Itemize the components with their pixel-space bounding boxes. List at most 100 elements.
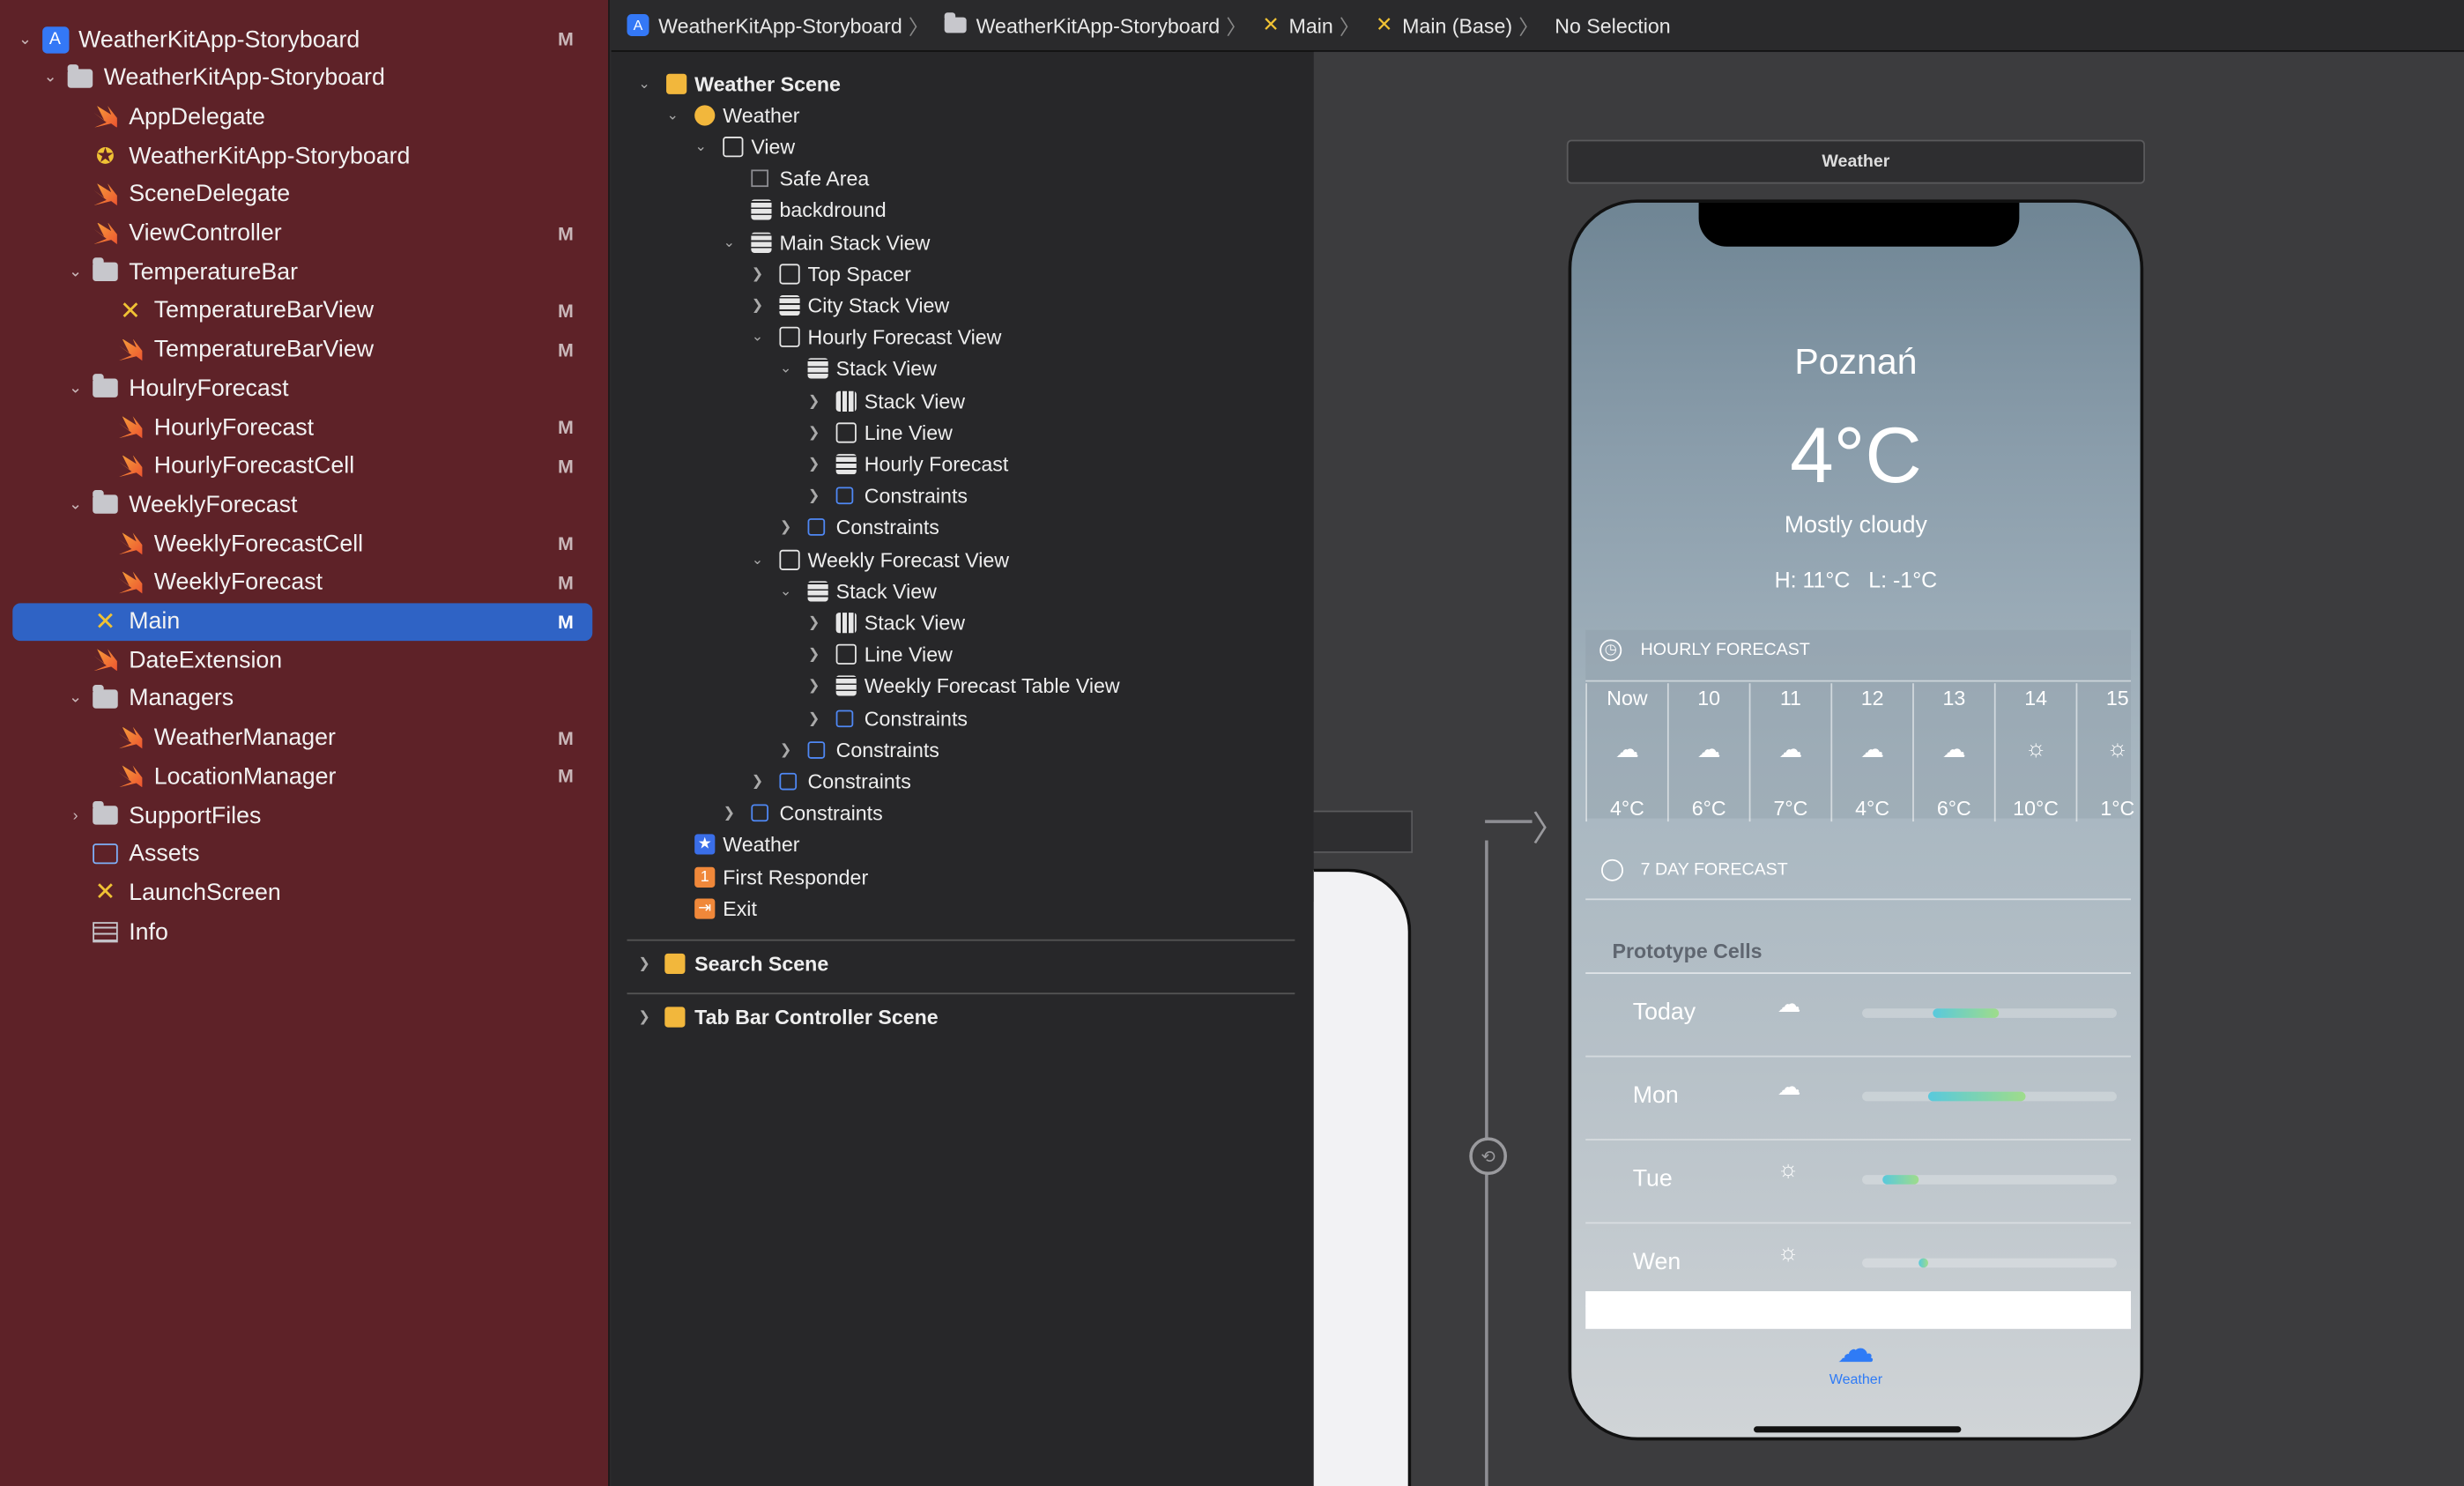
chevron-right-icon[interactable]: ❯	[636, 955, 652, 972]
navigator-item[interactable]: ✕ TemperatureBarView M	[0, 292, 610, 330]
hour-temperature: 7°C	[1773, 796, 1808, 821]
breadcrumb-item[interactable]: ✕ Main (Base)	[1376, 12, 1512, 38]
hourly-cell[interactable]: 11 ☁ 7°C	[1748, 683, 1831, 822]
chevron-down-icon[interactable]: ⌄	[66, 264, 85, 281]
breadcrumb-item[interactable]: A WeatherKitApp-Storyboard	[627, 13, 902, 37]
image-view-icon	[751, 199, 772, 221]
navigator-item[interactable]: ✕ Main M	[12, 602, 593, 641]
navigator-item[interactable]: ⌄ TemperatureBar	[0, 253, 610, 291]
chevron-down-icon[interactable]: ⌄	[693, 138, 709, 156]
chevron-right-icon[interactable]: ❯	[721, 805, 737, 822]
chevron-down-icon[interactable]: ⌄	[41, 70, 59, 87]
navigator-item[interactable]: ⌄ A WeatherKitApp-Storyboard M	[0, 20, 610, 58]
chevron-right-icon[interactable]: ❯	[806, 456, 822, 473]
chevron-down-icon[interactable]: ⌄	[778, 583, 794, 600]
condition-label[interactable]: Mostly cloudy	[1571, 512, 2141, 539]
chevron-down-icon[interactable]: ⌄	[778, 360, 794, 378]
scene-title-bar[interactable]	[1313, 810, 1414, 853]
navigator-item[interactable]: Info	[0, 913, 610, 951]
scene-title-bar[interactable]: Weather	[1566, 139, 2146, 184]
chevron-down-icon[interactable]: ⌄	[16, 31, 34, 48]
navigator-item[interactable]: ViewController M	[0, 214, 610, 252]
breadcrumb-item[interactable]: WeatherKitApp-Storyboard	[944, 12, 1220, 37]
breadcrumb-item[interactable]: No Selection	[1555, 13, 1670, 37]
hourly-cell[interactable]: 13 ☁ 6°C	[1912, 683, 1994, 822]
day-label: Tue	[1632, 1165, 1673, 1193]
city-label[interactable]: Poznań	[1571, 341, 2141, 383]
swift-file-icon	[116, 568, 145, 597]
navigator-item[interactable]: LocationManager M	[0, 758, 610, 796]
tab-item-weather[interactable]: ☁ Weather	[1571, 1329, 2141, 1387]
navigator-item[interactable]: WeeklyForecast M	[0, 563, 610, 601]
outline-label: Hourly Forecast View	[807, 325, 1002, 349]
scene-preview[interactable]	[1313, 868, 1412, 1486]
phone-preview[interactable]: Poznań 4°C Mostly cloudy H: 11°C L: -1°C…	[1568, 199, 2144, 1441]
xib-icon: ✕	[120, 298, 141, 325]
chevron-down-icon[interactable]: ⌄	[636, 75, 652, 93]
chevron-right-icon[interactable]: ❯	[750, 773, 766, 791]
folder-icon	[91, 684, 119, 713]
chevron-right-icon[interactable]: ❯	[806, 678, 822, 695]
chevron-right-icon[interactable]: ❯	[778, 519, 794, 537]
scm-status-badge: M	[558, 416, 574, 439]
weekly-cell[interactable]: Today ☁	[1585, 974, 2131, 1058]
high-low-label[interactable]: H: 11°C L: -1°C	[1571, 567, 2141, 592]
hourly-cell[interactable]: 12 ☁ 4°C	[1830, 683, 1912, 822]
relationship-segue-icon[interactable]: ⟲	[1469, 1137, 1508, 1176]
hourly-cell[interactable]: 15 ☼ 1°C	[2075, 683, 2141, 822]
chevron-right-icon[interactable]: ❯	[750, 297, 766, 315]
navigator-item[interactable]: HourlyForecast M	[0, 408, 610, 446]
weekly-cell[interactable]: Mon ☁	[1585, 1057, 2131, 1141]
navigator-item[interactable]: WeeklyForecastCell M	[0, 524, 610, 562]
temperature-label[interactable]: 4°C	[1571, 410, 2141, 501]
navigator-item[interactable]: ⌄ Managers	[0, 680, 610, 718]
tab-bar-strip	[1585, 1291, 2131, 1329]
chevron-right-icon[interactable]: ❯	[778, 741, 794, 759]
chevron-right-icon[interactable]: ❯	[806, 487, 822, 505]
scm-status-badge: M	[558, 726, 574, 749]
navigator-item[interactable]: ✪ WeatherKitApp-Storyboard	[0, 137, 610, 175]
chevron-right-icon[interactable]: ❯	[806, 614, 822, 632]
hourly-cell[interactable]: 10 ☁ 6°C	[1666, 683, 1749, 822]
breadcrumb-item[interactable]: ✕ Main	[1262, 12, 1332, 38]
navigator-item[interactable]: AppDelegate	[0, 98, 610, 136]
navigator-item-label: WeatherManager	[153, 724, 336, 752]
chevron-down-icon[interactable]: ⌄	[66, 690, 85, 708]
navigator-item[interactable]: › SupportFiles	[0, 797, 610, 835]
chevron-right-icon[interactable]: ❯	[636, 1007, 652, 1025]
hourly-cell[interactable]: 14 ☼ 10°C	[1993, 683, 2076, 822]
chevron-right-icon[interactable]: ›	[66, 806, 85, 824]
chevron-down-icon[interactable]: ⌄	[66, 496, 85, 514]
chevron-right-icon[interactable]: ❯	[750, 265, 766, 283]
navigator-item[interactable]: TemperatureBarView M	[0, 331, 610, 368]
chevron-right-icon[interactable]: ❯	[806, 424, 822, 442]
chevron-down-icon[interactable]: ⌄	[750, 329, 766, 346]
navigator-item[interactable]: ⌄ WeeklyForecast	[0, 486, 610, 524]
chevron-right-icon[interactable]: ❯	[806, 710, 822, 727]
chevron-down-icon[interactable]: ⌄	[664, 107, 680, 124]
chevron-right-icon[interactable]: ❯	[806, 646, 822, 664]
chevron-down-icon[interactable]: ⌄	[721, 234, 737, 251]
weekly-cell[interactable]: Tue ☼	[1585, 1141, 2131, 1224]
storyboard-icon: ✕	[94, 880, 116, 908]
navigator-item-label: LocationManager	[153, 762, 337, 791]
navigator-item[interactable]: ✕ LaunchScreen	[0, 874, 610, 912]
navigator-item[interactable]: SceneDelegate	[0, 175, 610, 213]
navigator-item-label: TemperatureBar	[129, 258, 299, 286]
chevron-right-icon: 〉	[1226, 14, 1247, 39]
chevron-right-icon[interactable]: ❯	[806, 392, 822, 410]
calendar-icon	[1601, 858, 1624, 881]
chevron-down-icon[interactable]: ⌄	[66, 380, 85, 398]
hourly-forecast-view[interactable]: ◷ HOURLY FORECAST Now ☁ 4°C 10 ☁ 6°C 11 ☁ 7°C 12 ☁…	[1585, 629, 2134, 822]
scm-status-badge: M	[558, 300, 574, 323]
scm-status-badge: M	[558, 222, 574, 245]
hourly-cell[interactable]: Now ☁ 4°C	[1585, 683, 1667, 822]
navigator-item[interactable]: WeatherManager M	[0, 719, 610, 757]
navigator-item[interactable]: DateExtension	[0, 641, 610, 679]
chevron-down-icon[interactable]: ⌄	[750, 551, 766, 568]
outline-label: Stack View	[864, 611, 966, 635]
navigator-item[interactable]: Assets	[0, 836, 610, 873]
navigator-item[interactable]: ⌄ WeatherKitApp-Storyboard	[0, 59, 610, 97]
navigator-item[interactable]: HourlyForecastCell M	[0, 447, 610, 485]
navigator-item[interactable]: ⌄ HoulryForecast	[0, 369, 610, 407]
